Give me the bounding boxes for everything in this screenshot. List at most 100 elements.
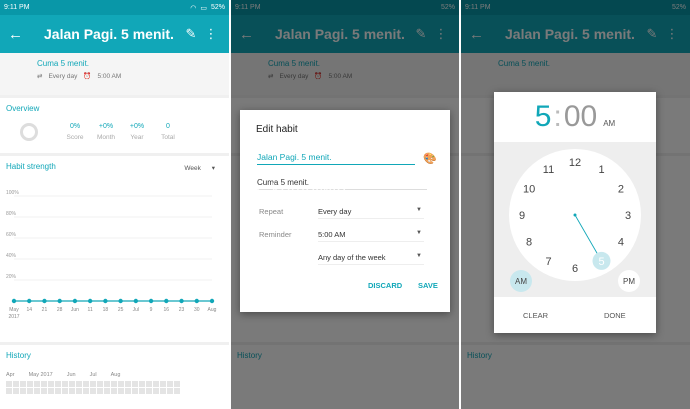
status-time: 9:11 PM (4, 4, 30, 11)
clear-button[interactable]: CLEAR (523, 311, 548, 320)
color-palette-icon[interactable]: 🎨 (423, 152, 437, 165)
history-cell (20, 381, 26, 387)
data-point (179, 298, 184, 304)
clock-hour-11[interactable]: 11 (543, 164, 554, 176)
history-cell (174, 381, 180, 387)
repeat-select[interactable]: Every day ▼ (318, 207, 424, 219)
data-point (42, 298, 47, 304)
habit-title: Jalan Pagi. 5 menit. (44, 26, 174, 42)
history-cell (34, 388, 40, 394)
alarm-icon: ⏰ (83, 73, 92, 80)
x-tick-label: 18 (103, 307, 109, 313)
month-label: May 2017 (28, 372, 53, 378)
y-tick-label: 60% (6, 232, 17, 238)
clock-hour-7[interactable]: 7 (545, 256, 551, 268)
data-point (11, 298, 17, 304)
history-cell (6, 388, 12, 394)
habit-screen: 9:11 PM ◠ ▭ 52% ← Jalan Pagi. 5 menit. ✎ ⋮… (0, 0, 229, 409)
clock-hour-3[interactable]: 3 (625, 210, 631, 222)
dropdown-arrow-icon: ▼ (416, 207, 422, 213)
habit-name-input[interactable]: Jalan Pagi. 5 menit. (257, 152, 415, 165)
ampm-display[interactable]: AM (603, 119, 615, 128)
x-tick-label: 11 (88, 307, 93, 313)
clock-hour-4[interactable]: 4 (618, 237, 624, 249)
time-picker-dialog: 5 : 00 AM 12 1 2 3 4 5 6 7 8 9 10 11 AM PM CLEAR DONE (494, 92, 656, 333)
x-tick-label: 21 (42, 307, 48, 313)
pm-label[interactable]: PM (623, 277, 635, 286)
score-label: Score (66, 134, 84, 141)
clock-hour-10[interactable]: 10 (523, 184, 535, 196)
history-cell (48, 388, 54, 394)
month-value: +0% (98, 123, 114, 130)
x-tick-label: 30 (194, 307, 200, 313)
clock-hour-2[interactable]: 2 (618, 184, 624, 196)
history-cell (55, 381, 61, 387)
history-cell (111, 388, 117, 394)
data-point (194, 298, 199, 304)
history-cell (76, 381, 82, 387)
score-ring (20, 123, 38, 141)
am-label[interactable]: AM (515, 277, 527, 286)
back-arrow-icon[interactable]: ← (8, 26, 30, 43)
history-title: History (6, 351, 31, 360)
clock-hour-5[interactable]: 5 (598, 256, 604, 268)
more-options-icon[interactable]: ⋮ (201, 26, 221, 42)
status-bar: 9:11 PM ◠ ▭ 52% (0, 0, 229, 15)
history-cell (118, 381, 124, 387)
hour-display[interactable]: 5 (535, 100, 552, 134)
history-cell (111, 381, 117, 387)
history-cell (146, 388, 152, 394)
history-cell (62, 388, 68, 394)
clock-area: 12 1 2 3 4 5 6 7 8 9 10 11 AM PM (494, 142, 656, 297)
history-grid (6, 381, 223, 394)
habit-subheader: Cuma 5 menit. ⇄ Every day ⏰ 5:00 AM (0, 53, 229, 95)
habit-strength-card: Habit strength Week ▾ 100% 80% 60% 40% 20% Ma… (0, 156, 229, 342)
history-cell (34, 381, 40, 387)
x-tick-label: 14 (26, 307, 32, 313)
data-point (148, 298, 154, 304)
habit-content: Cuma 5 menit. ⇄ Every day ⏰ 5:00 AM Over… (0, 53, 229, 409)
done-button[interactable]: DONE (604, 311, 626, 320)
history-cell (83, 388, 89, 394)
clock-hour-1[interactable]: 1 (598, 164, 604, 176)
history-cell (97, 381, 103, 387)
dropdown-arrow-icon: ▼ (416, 230, 422, 236)
edit-habit-dialog: Edit habit Jalan Pagi. 5 menit. 🎨 Cuma 5… (240, 110, 450, 312)
clock-hour-8[interactable]: 8 (526, 237, 532, 249)
clock-hour-9[interactable]: 9 (519, 210, 525, 222)
history-cell (6, 381, 12, 387)
data-point (209, 298, 215, 304)
period-dropdown[interactable]: Week ▾ (184, 164, 215, 172)
days-select[interactable]: Any day of the week ▼ (318, 253, 424, 265)
reminder-select[interactable]: 5:00 AM ▼ (318, 230, 424, 242)
habit-frequency: Every day (48, 72, 78, 80)
history-cell (146, 381, 152, 387)
time-picker-actions: CLEAR DONE (494, 297, 656, 333)
history-cell (69, 388, 75, 394)
watermark-logo: ◣ kompiwin (256, 180, 347, 200)
save-button[interactable]: SAVE (418, 281, 438, 290)
history-cell (139, 381, 145, 387)
repeat-icon: ⇄ (37, 73, 43, 80)
history-cell (104, 388, 110, 394)
history-cell (90, 381, 96, 387)
y-tick-label: 80% (6, 211, 17, 217)
edit-pencil-icon[interactable]: ✎ (181, 26, 201, 42)
minute-display[interactable]: 00 (564, 100, 597, 134)
history-months: Apr May 2017 Jun Jul Aug (6, 372, 223, 378)
wifi-icon: ◠ (190, 4, 197, 12)
watermark-icon: ◣ (256, 183, 267, 198)
history-cell (132, 381, 138, 387)
data-point (57, 298, 62, 304)
data-point (118, 298, 123, 304)
clock-hour-6[interactable]: 6 (572, 263, 578, 275)
x-year-label: 2017 (8, 314, 19, 320)
clock-face[interactable]: 121234567891011AM PM (494, 142, 656, 297)
app-bar: ← Jalan Pagi. 5 menit. ✎ ⋮ (0, 15, 229, 53)
time-separator: : (553, 100, 562, 133)
y-tick-label: 20% (6, 274, 17, 280)
discard-button[interactable]: DISCARD (368, 281, 402, 290)
history-cell (167, 381, 173, 387)
clock-hour-12[interactable]: 12 (569, 157, 581, 169)
history-cell (174, 388, 180, 394)
